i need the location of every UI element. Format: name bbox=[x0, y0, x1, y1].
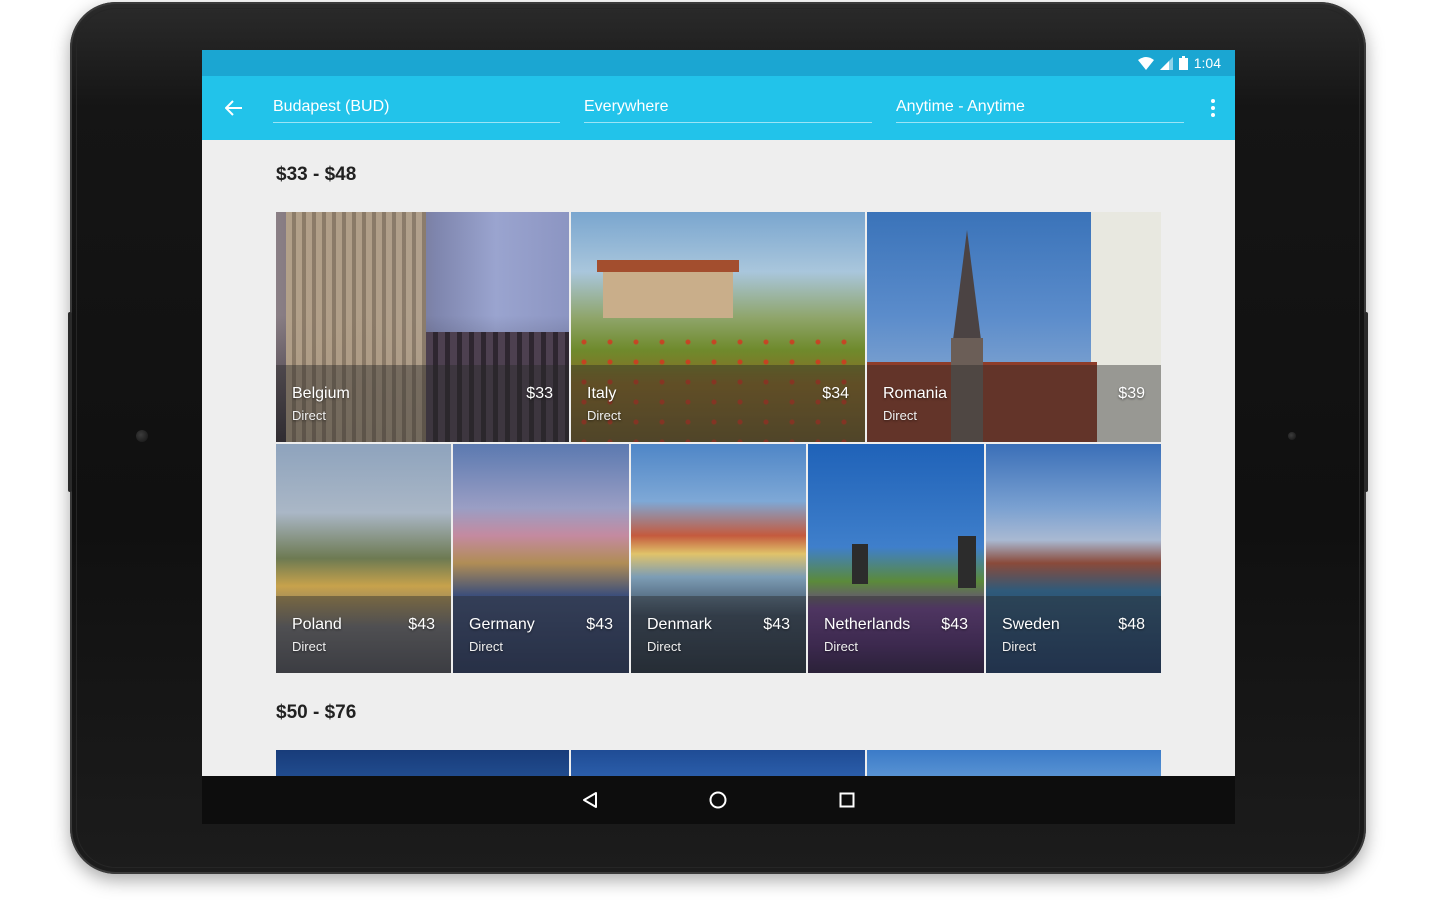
destination-card-germany[interactable]: Germany Direct $43 bbox=[453, 444, 629, 673]
status-bar: 1:04 bbox=[202, 50, 1235, 76]
destination-price: $43 bbox=[763, 616, 790, 633]
destination-price: $43 bbox=[408, 616, 435, 633]
price-range-heading: $50 - $76 bbox=[276, 702, 357, 723]
app-bar: Budapest (BUD) Everywhere Anytime - Anyt… bbox=[202, 76, 1235, 140]
destination-price: $48 bbox=[1118, 616, 1145, 633]
destination-card-belgium[interactable]: Belgium Direct $33 bbox=[276, 212, 569, 442]
battery-icon bbox=[1178, 56, 1188, 70]
navigation-bar bbox=[202, 776, 1235, 824]
destination-card-netherlands[interactable]: Netherlands Direct $43 bbox=[808, 444, 984, 673]
triangle-back-icon[interactable] bbox=[578, 788, 602, 812]
destination-price: $43 bbox=[941, 616, 968, 633]
flight-type: Direct bbox=[292, 408, 326, 423]
destination-card-sweden[interactable]: Sweden Direct $48 bbox=[986, 444, 1161, 673]
destination-name: Romania bbox=[883, 385, 948, 402]
destination-field[interactable]: Everywhere bbox=[584, 92, 872, 123]
status-time: 1:04 bbox=[1193, 55, 1221, 71]
signal-icon bbox=[1159, 56, 1173, 70]
side-button-left bbox=[68, 312, 72, 492]
dates-field[interactable]: Anytime - Anytime bbox=[896, 92, 1184, 123]
origin-field[interactable]: Budapest (BUD) bbox=[273, 92, 560, 123]
destination-name: Sweden bbox=[1002, 616, 1060, 633]
flight-type: Direct bbox=[883, 408, 917, 423]
sensor-right bbox=[1288, 432, 1296, 440]
circle-home-icon[interactable] bbox=[706, 788, 730, 812]
back-button[interactable] bbox=[220, 94, 248, 122]
square-recents-icon[interactable] bbox=[835, 788, 859, 812]
destination-name: Germany bbox=[469, 616, 535, 633]
destination-photo bbox=[867, 750, 1161, 776]
destination-name: Poland bbox=[292, 616, 342, 633]
destination-price: $33 bbox=[526, 385, 553, 402]
destination-card-poland[interactable]: Poland Direct $43 bbox=[276, 444, 451, 673]
sensor-left bbox=[136, 430, 148, 442]
price-range-heading: $33 - $48 bbox=[276, 164, 357, 185]
flight-type: Direct bbox=[292, 639, 326, 654]
screen: 1:04 Budapest (BUD) Everywhere Anytime -… bbox=[202, 50, 1235, 776]
destination-card[interactable] bbox=[276, 750, 569, 776]
flight-type: Direct bbox=[647, 639, 681, 654]
destination-card-romania[interactable]: Romania Direct $39 bbox=[867, 212, 1161, 442]
destination-photo bbox=[276, 750, 569, 776]
results-list: $33 - $48 Belgium Direct $33 Italy Direc… bbox=[202, 140, 1235, 776]
destination-card[interactable] bbox=[867, 750, 1161, 776]
side-button-right bbox=[1364, 312, 1368, 492]
arrow-left-icon bbox=[225, 100, 242, 116]
destination-name: Belgium bbox=[292, 385, 350, 402]
destination-card-italy[interactable]: Italy Direct $34 bbox=[571, 212, 865, 442]
destination-name: Denmark bbox=[647, 616, 712, 633]
destination-price: $39 bbox=[1118, 385, 1145, 402]
destination-price: $34 bbox=[822, 385, 849, 402]
wifi-icon bbox=[1137, 56, 1154, 70]
destination-price: $43 bbox=[586, 616, 613, 633]
flight-type: Direct bbox=[1002, 639, 1036, 654]
destination-name: Netherlands bbox=[824, 616, 911, 633]
destination-card-denmark[interactable]: Denmark Direct $43 bbox=[631, 444, 806, 673]
destination-photo bbox=[571, 750, 865, 776]
destination-card[interactable] bbox=[571, 750, 865, 776]
flight-type: Direct bbox=[587, 408, 621, 423]
more-vertical-icon[interactable] bbox=[1205, 96, 1221, 120]
flight-type: Direct bbox=[469, 639, 503, 654]
destination-name: Italy bbox=[587, 385, 617, 402]
flight-type: Direct bbox=[824, 639, 858, 654]
